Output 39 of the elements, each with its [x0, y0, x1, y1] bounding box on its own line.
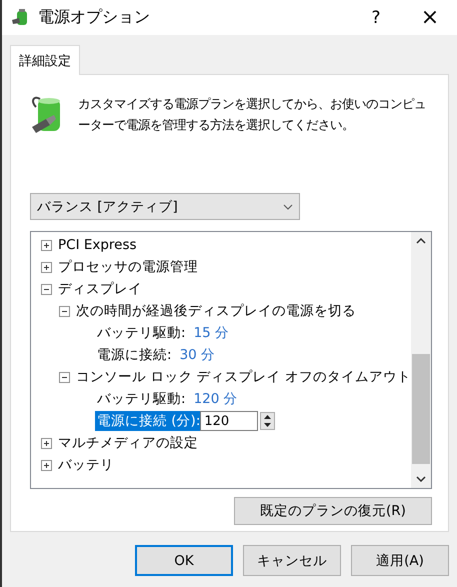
spin-buttons[interactable] [260, 412, 276, 430]
tree-item[interactable]: バッテリ [58, 456, 114, 474]
scroll-thumb[interactable] [412, 354, 430, 464]
collapse-icon[interactable] [59, 306, 70, 316]
close-button[interactable]: × [407, 0, 453, 35]
setting-label: 電源に接続 (分): [95, 411, 202, 431]
expand-icon[interactable] [41, 240, 52, 250]
collapse-icon[interactable] [59, 372, 70, 382]
dialog-button[interactable]: OK [135, 545, 233, 576]
tree-item[interactable]: 次の時間が経過後ディスプレイの電源を切る [76, 302, 356, 320]
setting-label: 電源に接続: [96, 346, 173, 365]
minutes-field[interactable]: 120 [200, 411, 258, 431]
tree-item[interactable]: マルチメディアの設定 [58, 434, 198, 452]
description-text: カスタマイズする電源プランを選択してから、お使いのコンピューターで電源を管理する方法を選択してください。 [78, 95, 427, 134]
restore-button[interactable]: 既定のプランの復元(R) [234, 497, 432, 525]
tree-item[interactable]: ディスプレイ [58, 280, 142, 298]
dialog-button[interactable]: 適用(A) [351, 545, 449, 576]
collapse-icon[interactable] [41, 284, 52, 294]
plan-dropdown[interactable]: バランス [アクティブ] [30, 193, 300, 220]
setting-label: バッテリ駆動: [96, 390, 187, 409]
tree-item[interactable]: プロセッサの電源管理 [58, 258, 198, 276]
tree-item[interactable]: コンソール ロック ディスプレイ オフのタイムアウト [76, 368, 411, 386]
dialog-button[interactable]: キャンセル [243, 545, 341, 576]
tree-item[interactable]: PCI Express [58, 237, 137, 253]
expand-icon[interactable] [41, 262, 52, 272]
expand-icon[interactable] [41, 460, 52, 470]
help-button[interactable]: ? [353, 0, 399, 35]
setting-label: バッテリ駆動: [96, 324, 187, 343]
setting-value[interactable]: 15 分 [194, 324, 230, 342]
tab[interactable]: 詳細設定 [10, 45, 80, 75]
power-plug-icon [10, 8, 30, 28]
scrollbar[interactable] [411, 232, 431, 488]
window-title: 電源オプション [38, 7, 150, 28]
setting-value[interactable]: 120 分 [194, 390, 238, 408]
scroll-down-icon[interactable] [416, 476, 426, 482]
setting-value[interactable]: 30 分 [180, 346, 216, 364]
expand-icon[interactable] [41, 438, 52, 448]
scroll-up-icon[interactable] [416, 238, 426, 244]
chevron-down-icon [283, 204, 293, 210]
